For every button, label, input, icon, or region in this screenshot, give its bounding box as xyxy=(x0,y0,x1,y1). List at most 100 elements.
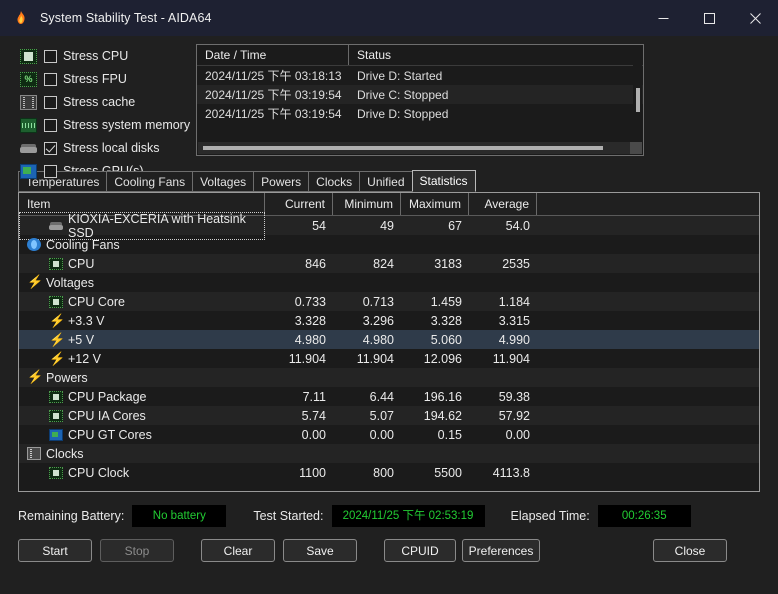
statistics-panel: Item Current Minimum Maximum Average KIO… xyxy=(18,192,760,492)
stress-option-label: Stress local disks xyxy=(63,141,160,155)
stress-option-cpu[interactable]: Stress CPU xyxy=(20,46,182,66)
memory-icon xyxy=(20,117,37,133)
tab-clocks[interactable]: Clocks xyxy=(308,171,361,192)
chip-icon xyxy=(49,390,63,403)
log-vertical-scrollbar[interactable] xyxy=(633,46,642,143)
row-average: 1.184 xyxy=(498,294,530,309)
stress-option-label: Stress system memory xyxy=(63,118,191,132)
log-vertical-scroll-thumb[interactable] xyxy=(636,88,640,112)
row-average: 2535 xyxy=(502,256,530,271)
row-minimum: 824 xyxy=(373,256,394,271)
stress-cache-checkbox[interactable] xyxy=(44,95,57,109)
row-maximum: 3183 xyxy=(434,256,462,271)
log-datetime: 2024/11/25 下午 03:18:13 xyxy=(205,69,342,83)
status-log-panel[interactable]: Date / Time Status 2024/11/25 下午 03:18:1… xyxy=(196,44,644,156)
log-horizontal-scrollbar[interactable] xyxy=(198,142,642,154)
row-minimum: 0.713 xyxy=(362,294,394,309)
status-log-header: Date / Time Status xyxy=(197,45,643,66)
column-header-maximum[interactable]: Maximum xyxy=(401,193,469,215)
table-row[interactable]: CPU GT Cores 0.00 0.00 0.15 0.00 xyxy=(19,425,759,444)
row-average: 54.0 xyxy=(505,218,530,233)
log-status: Drive C: Stopped xyxy=(357,87,449,102)
table-row[interactable]: Cooling Fans xyxy=(19,235,759,254)
start-button[interactable]: Start xyxy=(18,539,92,562)
row-maximum: 5500 xyxy=(434,465,462,480)
log-row[interactable]: 2024/11/25 下午 03:18:13 Drive D: Started xyxy=(197,66,643,85)
table-row[interactable]: CPU IA Cores 5.74 5.07 194.62 57.92 xyxy=(19,406,759,425)
table-row[interactable]: ⚡ +3.3 V 3.328 3.296 3.328 3.315 xyxy=(19,311,759,330)
stress-option-memory[interactable]: Stress system memory xyxy=(20,115,190,135)
close-button[interactable] xyxy=(732,0,778,36)
table-row[interactable]: ⚡ +5 V 4.980 4.980 5.060 4.990 xyxy=(19,330,759,349)
stress-option-cache[interactable]: Stress cache xyxy=(20,92,182,112)
table-row[interactable]: CPU Clock 1100 800 5500 4113.8 xyxy=(19,463,759,482)
row-maximum: 1.459 xyxy=(430,294,462,309)
row-label: Clocks xyxy=(46,446,84,461)
log-horizontal-scroll-thumb[interactable] xyxy=(203,146,603,150)
row-label: Powers xyxy=(46,370,88,385)
log-column-status[interactable]: Status xyxy=(349,45,391,65)
row-minimum: 800 xyxy=(373,465,394,480)
stop-button[interactable]: Stop xyxy=(100,539,174,562)
tab-cooling-fans[interactable]: Cooling Fans xyxy=(106,171,194,192)
stress-cpu-checkbox[interactable] xyxy=(44,49,57,63)
close-dialog-button[interactable]: Close xyxy=(653,539,727,562)
gpu-icon xyxy=(49,428,63,441)
log-status: Drive D: Stopped xyxy=(357,106,449,121)
table-row[interactable]: CPU Package 7.11 6.44 196.16 59.38 xyxy=(19,387,759,406)
preferences-button[interactable]: Preferences xyxy=(462,539,540,562)
column-header-average[interactable]: Average xyxy=(469,193,537,215)
row-current: 5.74 xyxy=(301,408,326,423)
row-current: 3.328 xyxy=(294,313,326,328)
row-label: Voltages xyxy=(46,275,94,290)
table-row[interactable]: CPU Core 0.733 0.713 1.459 1.184 xyxy=(19,292,759,311)
table-row[interactable]: ⚡ Powers xyxy=(19,368,759,387)
tab-voltages[interactable]: Voltages xyxy=(192,171,255,192)
column-header-filler xyxy=(537,193,759,215)
tab-unified[interactable]: Unified xyxy=(359,171,413,192)
stress-option-fpu[interactable]: % Stress FPU xyxy=(20,69,182,89)
row-current: 846 xyxy=(305,256,326,271)
row-label: +5 V xyxy=(68,332,95,347)
stress-memory-checkbox[interactable] xyxy=(44,118,57,132)
row-maximum: 67 xyxy=(448,218,462,233)
row-minimum: 49 xyxy=(380,218,394,233)
row-current: 0.00 xyxy=(301,427,326,442)
row-label: +12 V xyxy=(68,351,102,366)
row-average: 59.38 xyxy=(498,389,530,404)
tab-powers[interactable]: Powers xyxy=(253,171,310,192)
stress-option-disks[interactable]: Stress local disks xyxy=(20,138,182,158)
row-maximum: 0.15 xyxy=(437,427,462,442)
row-label: CPU xyxy=(68,256,95,271)
table-row[interactable]: ⚡ +12 V 11.904 11.904 12.096 11.904 xyxy=(19,349,759,368)
stress-fpu-checkbox[interactable] xyxy=(44,72,57,86)
clear-button[interactable]: Clear xyxy=(201,539,275,562)
row-current: 1100 xyxy=(299,465,326,480)
tab-statistics[interactable]: Statistics xyxy=(411,170,476,192)
save-button[interactable]: Save xyxy=(283,539,357,562)
maximize-button[interactable] xyxy=(686,0,732,36)
cpuid-button[interactable]: CPUID xyxy=(384,539,456,562)
table-row[interactable]: CPU 846 824 3183 2535 xyxy=(19,254,759,273)
battery-value: No battery xyxy=(132,505,227,527)
stress-disks-checkbox[interactable] xyxy=(44,141,57,155)
row-maximum: 12.096 xyxy=(423,351,462,366)
table-row[interactable]: ⚡ Voltages xyxy=(19,273,759,292)
table-row[interactable]: KIOXIA-EXCERIA with Heatsink SSD 54 49 6… xyxy=(19,211,759,240)
table-row[interactable]: Clocks xyxy=(19,444,759,463)
row-current: 7.11 xyxy=(302,389,326,404)
minimize-button[interactable] xyxy=(640,0,686,36)
row-minimum: 4.980 xyxy=(362,332,394,347)
row-average: 11.904 xyxy=(492,351,530,366)
stress-option-label: Stress CPU xyxy=(63,49,129,63)
log-row[interactable]: 2024/11/25 下午 03:19:54 Drive C: Stopped xyxy=(197,85,643,104)
stress-gpu-checkbox[interactable] xyxy=(44,164,57,178)
status-bar: Remaining Battery: No battery Test Start… xyxy=(18,504,778,528)
column-header-current[interactable]: Current xyxy=(265,193,333,215)
elapsed-time-value: 00:26:35 xyxy=(597,505,691,527)
log-column-datetime[interactable]: Date / Time xyxy=(197,45,349,65)
disk-icon xyxy=(49,220,63,232)
log-row[interactable]: 2024/11/25 下午 03:19:54 Drive D: Stopped xyxy=(197,104,643,123)
column-header-minimum[interactable]: Minimum xyxy=(333,193,401,215)
row-minimum: 6.44 xyxy=(369,389,394,404)
